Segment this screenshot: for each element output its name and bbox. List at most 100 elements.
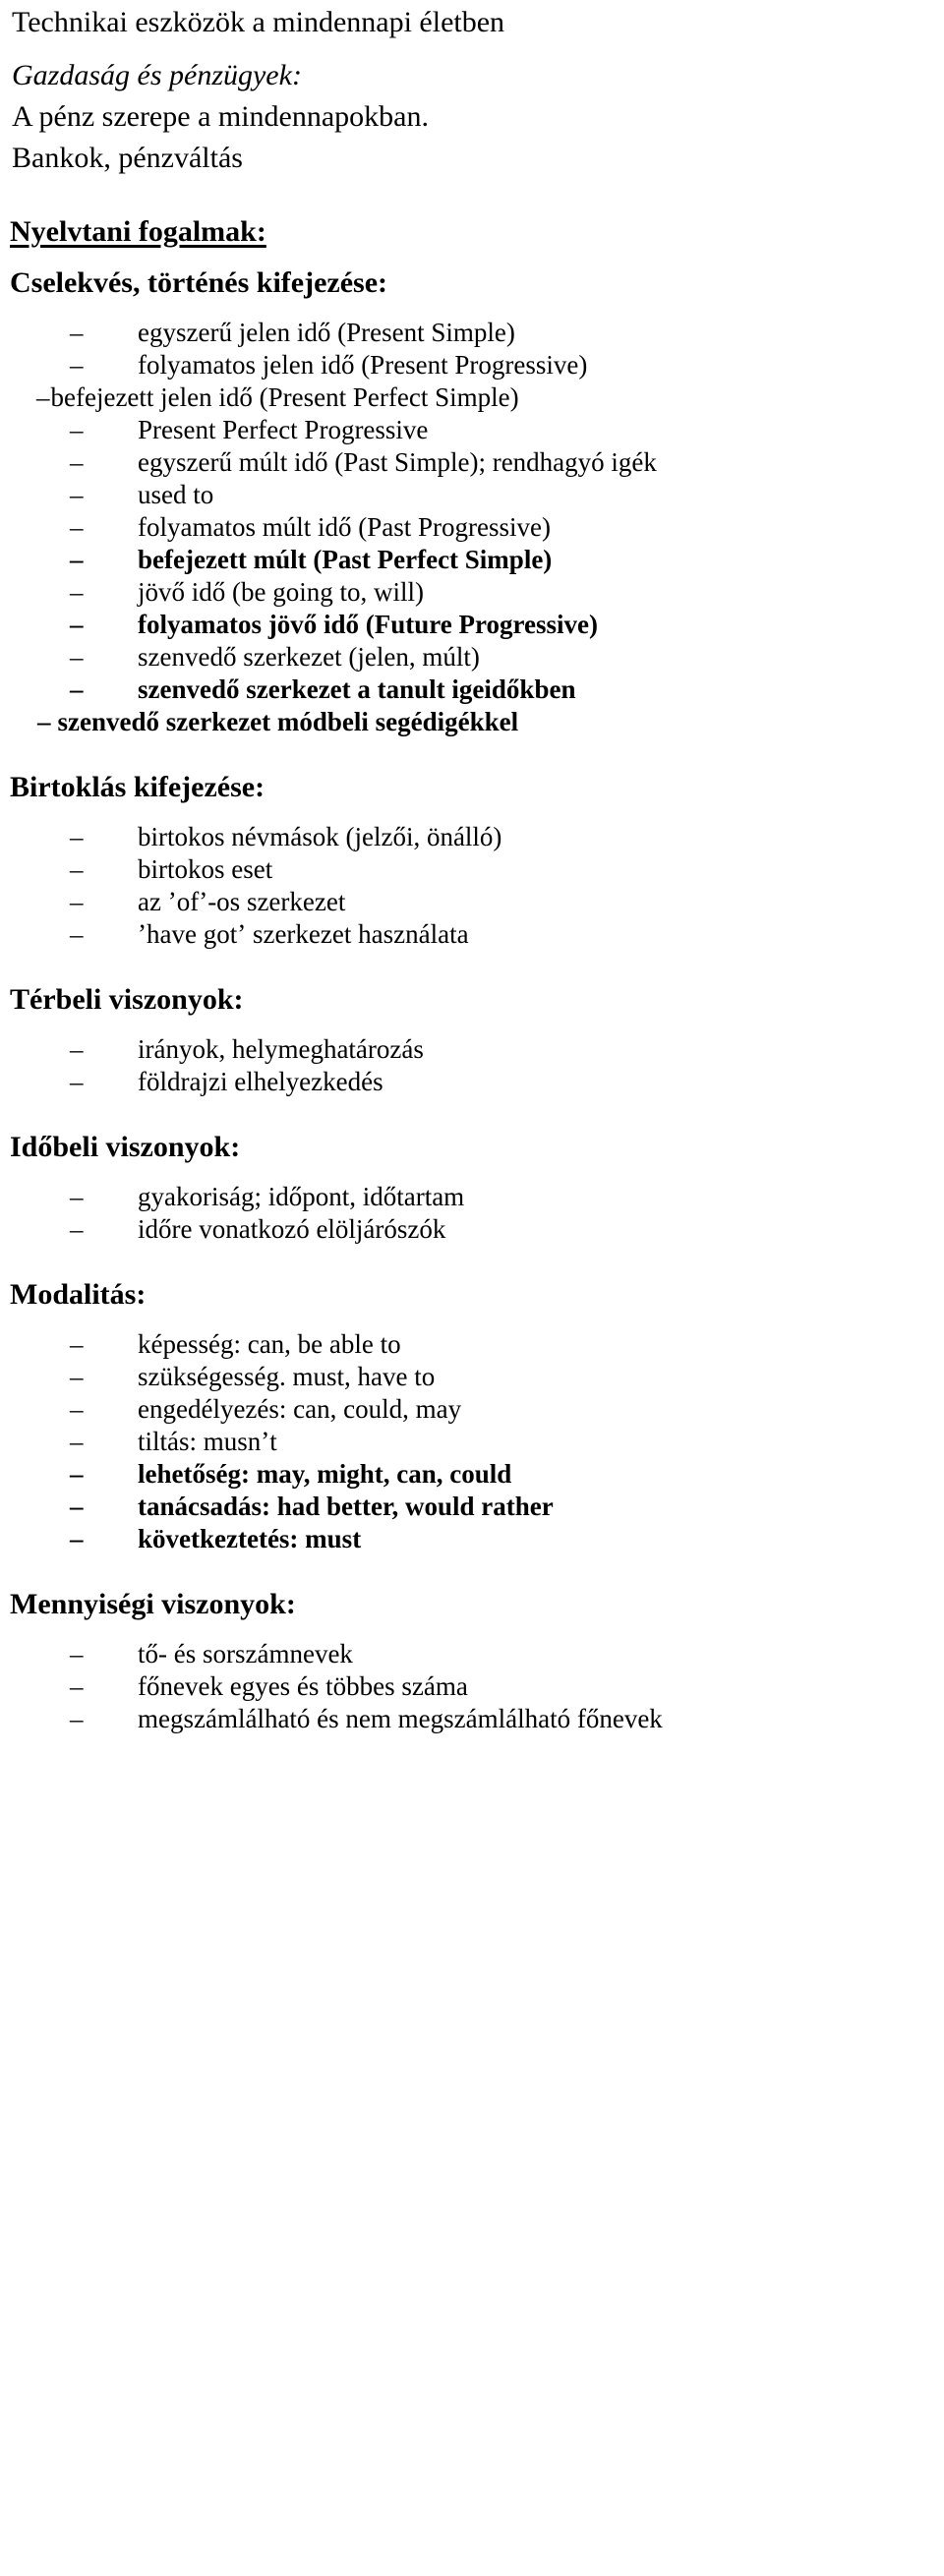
sections-container: Cselekvés, történés kifejezése: – egyszerű… (0, 263, 944, 1749)
section-heading-mennyisegi: Mennyiségi viszonyok: (10, 1588, 296, 1620)
list-item-label: az ʼofʼ-os szerkezet (138, 887, 346, 916)
list-item-label: jövő idő (be going to, will) (138, 577, 424, 607)
intro-line-1: A pénz szerepe a mindennapokban. (12, 100, 429, 133)
grammar-concepts-heading: Nyelvtani fogalmak: (10, 215, 266, 248)
list-item: – szenvedő szerkezet a tanult igeidőkben (0, 673, 944, 706)
list-item-label: tiltás: musnʼt (138, 1427, 277, 1456)
list-item: – gyakoriság; időpont, időtartam (0, 1181, 944, 1213)
section-heading-idobeli: Időbeli viszonyok: (10, 1131, 241, 1163)
list-item: – jövő idő (be going to, will) (0, 576, 944, 609)
dash-bullet-icon: – (70, 887, 84, 916)
dash-bullet-icon: – (70, 1034, 84, 1064)
list-idobeli: – gyakoriság; időpont, időtartam – időre vo… (0, 1181, 944, 1246)
list-item-label: birtokos névmások (jelzői, önálló) (138, 822, 502, 851)
dash-bullet-icon: – (70, 1671, 84, 1701)
list-item: – egyszerű múlt idő (Past Simple); rendha… (0, 446, 944, 479)
page-title: Technikai eszközök a mindennapi életben (12, 6, 505, 38)
dash-bullet-icon: – (70, 577, 84, 607)
list-item: – időre vonatkozó elöljárószók (0, 1213, 944, 1246)
list-terbeli: – irányok, helymeghatározás – földrajzi elh… (0, 1033, 944, 1098)
list-item-label: ʼhave gotʼ szerkezet használata (138, 919, 469, 949)
dash-bullet-icon: – (70, 854, 84, 884)
section-heading-cselekves: Cselekvés, történés kifejezése: (10, 266, 388, 299)
list-item: – tő- és sorszámnevek (0, 1638, 944, 1670)
dash-bullet-icon: – (70, 642, 84, 672)
dash-bullet-icon: – (70, 350, 84, 380)
list-item-label: Present Perfect Progressive (138, 415, 429, 444)
list-item-label: folyamatos jövő idő (Future Progressive) (138, 610, 598, 639)
list-item-label: szenvedő szerkezet a tanult igeidőkben (138, 674, 576, 704)
list-item: – szenvedő szerkezet módbeli segédigékkel (0, 706, 944, 738)
list-item-label: földrajzi elhelyezkedés (138, 1067, 384, 1096)
list-item: – folyamatos jelen idő (Present Progressi… (0, 349, 944, 381)
list-item: – birtokos névmások (jelzői, önálló) (0, 821, 944, 853)
list-birtoklas: – birtokos névmások (jelzői, önálló) – birt… (0, 821, 944, 951)
list-item: – engedélyezés: can, could, may (0, 1393, 944, 1426)
list-item: – szükségesség. must, have to (0, 1361, 944, 1393)
list-item: – tiltás: musnʼt (0, 1426, 944, 1458)
dash-bullet-icon: – (70, 1214, 84, 1244)
dash-bullet-icon: – (70, 318, 84, 347)
list-item-label: lehetőség: may, might, can, could (138, 1459, 512, 1489)
dash-bullet-icon: – (70, 1704, 84, 1733)
list-cselekves: – egyszerű jelen idő (Present Simple) – fol… (0, 317, 944, 738)
list-item: – főnevek egyes és többes száma (0, 1670, 944, 1703)
dash-bullet-icon: – (70, 822, 84, 851)
dash-bullet-icon: – (70, 1362, 84, 1391)
list-item: – irányok, helymeghatározás (0, 1033, 944, 1066)
list-item-label: befejezett múlt (Past Perfect Simple) (138, 545, 553, 574)
list-item: – folyamatos múlt idő (Past Progressive) (0, 511, 944, 544)
dash-bullet-icon: – (37, 707, 51, 736)
dash-bullet-icon: – (70, 480, 84, 509)
list-item-label: folyamatos jelen idő (Present Progressiv… (138, 350, 588, 380)
list-item: – befejezett múlt (Past Perfect Simple) (0, 544, 944, 576)
list-item-label: képesség: can, be able to (138, 1329, 401, 1359)
dash-bullet-icon: – (70, 447, 84, 477)
list-item: – az ʼofʼ-os szerkezet (0, 886, 944, 918)
list-item-label: egyszerű múlt idő (Past Simple); rendhag… (138, 447, 657, 477)
list-item: – folyamatos jövő idő (Future Progressive… (0, 609, 944, 641)
intro-line-2: Bankok, pénzváltás (12, 142, 243, 174)
list-item: – képesség: can, be able to (0, 1328, 944, 1361)
section-heading-terbeli: Térbeli viszonyok: (10, 983, 244, 1016)
dash-bullet-icon: – (70, 415, 84, 444)
list-item-label: engedélyezés: can, could, may (138, 1394, 462, 1424)
dash-bullet-icon: – (70, 1427, 84, 1456)
list-item: – ʼhave gotʼ szerkezet használata (0, 918, 944, 951)
dash-bullet-icon: – (70, 512, 84, 542)
list-item-label: irányok, helymeghatározás (138, 1034, 424, 1064)
list-item: – megszámlálható és nem megszámlálható fő… (0, 1703, 944, 1735)
list-item-label: szenvedő szerkezet módbeli segédigékkel (57, 707, 519, 736)
list-item-label: megszámlálható és nem megszámlálható főn… (138, 1704, 663, 1733)
dash-bullet-icon: – (70, 1329, 84, 1359)
dash-bullet-icon: – (70, 674, 84, 704)
list-item-label: tanácsadás: had better, would rather (138, 1492, 554, 1521)
list-item-label: gyakoriság; időpont, időtartam (138, 1182, 465, 1211)
list-item-label: tő- és sorszámnevek (138, 1639, 353, 1669)
list-item-label: időre vonatkozó elöljárószók (138, 1214, 446, 1244)
dash-bullet-icon: – (36, 382, 50, 412)
document-page: Technikai eszközök a mindennapi életben … (0, 0, 944, 2576)
list-item-label: folyamatos múlt idő (Past Progressive) (138, 512, 551, 542)
list-item: – birtokos eset (0, 853, 944, 886)
list-item-label: szükségesség. must, have to (138, 1362, 436, 1391)
list-item: – Present Perfect Progressive (0, 414, 944, 446)
dash-bullet-icon: – (70, 610, 84, 639)
list-mennyisegi: – tő- és sorszámnevek – főnevek egyes és tö… (0, 1638, 944, 1735)
dash-bullet-icon: – (70, 1492, 84, 1521)
list-item-label: szenvedő szerkezet (jelen, múlt) (138, 642, 480, 672)
dash-bullet-icon: – (70, 1067, 84, 1096)
